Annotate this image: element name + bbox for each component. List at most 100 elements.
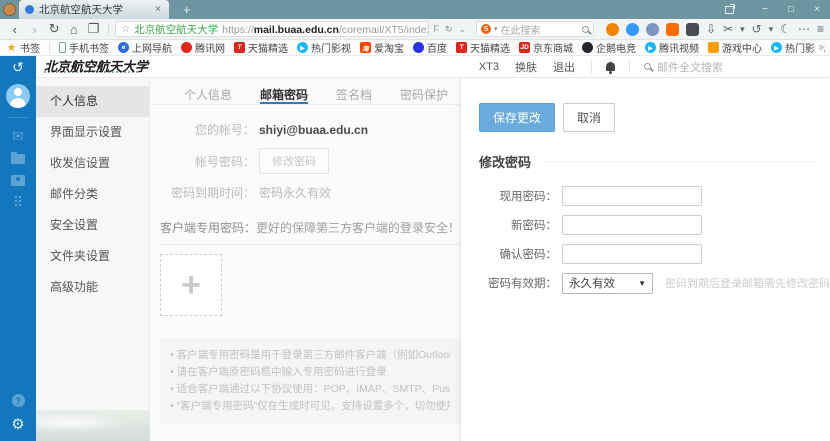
heading-divider [543, 161, 816, 162]
mail-icon[interactable]: ✉ [12, 129, 24, 143]
home-icon[interactable]: ⌂ [65, 22, 83, 37]
more-icon[interactable]: ⋯ [798, 22, 810, 36]
bookmark-item-qqcom[interactable]: 腾讯网 [181, 40, 225, 55]
game-center-favicon [708, 42, 719, 53]
expire-value: 密码永久有效 [259, 186, 332, 200]
reader-extension-icon[interactable] [685, 22, 699, 36]
penguin-esports-favicon [582, 42, 593, 53]
sidebar-item-send-receive[interactable]: 收发信设置 [36, 148, 149, 179]
bookmark-item-jd[interactable]: JD 京东商城 [519, 40, 573, 55]
logout-link[interactable]: 退出 [553, 59, 575, 75]
minimize-button[interactable]: − [752, 4, 778, 15]
bookmark-item-nav[interactable]: e 上网导航 [118, 40, 172, 55]
back-icon[interactable]: ‹ [6, 22, 24, 37]
new-tab-button[interactable]: + [179, 2, 195, 17]
shopping-extension-icon[interactable] [665, 22, 679, 36]
toolbar-search-box[interactable]: S ▾ 在此搜索 [476, 21, 594, 37]
change-password-button[interactable]: 修改密码 [259, 148, 329, 174]
reading-mode-icon[interactable]: ❐ [85, 21, 103, 37]
search-icon[interactable] [581, 25, 589, 33]
bookmark-item-taobao[interactable]: 淘爱淘宝 [360, 40, 404, 55]
cancel-button[interactable]: 取消 [563, 103, 616, 132]
confirm-password-input[interactable] [562, 244, 702, 264]
tab-signature[interactable]: 签名档 [336, 86, 372, 104]
folder-icon[interactable] [11, 152, 25, 164]
close-window-button[interactable]: × [804, 4, 830, 15]
undo-caret-icon[interactable]: ▾ [769, 24, 774, 35]
qqcom-favicon [181, 42, 192, 53]
sidebar-item-folders[interactable]: 文件夹设置 [36, 241, 149, 272]
add-client-password-button[interactable]: + [160, 254, 222, 316]
new-password-input[interactable] [562, 215, 702, 235]
addr-f-icon[interactable]: F [431, 24, 441, 34]
share-icon[interactable] [725, 3, 735, 14]
addr-refresh-icon[interactable]: ↻ [443, 24, 455, 35]
browser-tab[interactable]: 北京航空航天大学 × [19, 0, 169, 19]
bookmark-item-bookmarks[interactable]: ★ 书签 [6, 40, 40, 55]
night-mode-moon-icon[interactable]: ☾ [780, 22, 791, 36]
sidebar-item-advanced[interactable]: 高级功能 [36, 272, 149, 303]
bookmarks-overflow-chevron[interactable]: » [814, 42, 824, 53]
contacts-icon[interactable] [11, 175, 25, 186]
settings-sidebar: 个人信息 界面显示设置 收发信设置 邮件分类 安全设置 文件夹设置 高级功能 [36, 78, 150, 410]
forward-icon[interactable]: › [26, 22, 44, 37]
browser-profile-icon[interactable] [3, 3, 16, 16]
bookmark-item-movies[interactable]: ▶ 热门影视 [297, 40, 351, 55]
tab-mailbox-password[interactable]: 邮箱密码 [260, 86, 309, 104]
sidebar-item-personal-info[interactable]: 个人信息 [36, 86, 149, 117]
sidebar-item-display[interactable]: 界面显示设置 [36, 117, 149, 148]
validity-label: 密码有效期： [488, 278, 557, 290]
tab-close-icon[interactable]: × [153, 4, 163, 15]
bird-extension-icon[interactable] [625, 22, 639, 36]
save-changes-button[interactable]: 保存更改 [479, 103, 556, 132]
game-center-extension-icon[interactable] [605, 22, 619, 36]
bookmark-item-penguin-esports[interactable]: 企鹅电竞 [582, 40, 636, 55]
maximize-button[interactable]: □ [778, 4, 804, 15]
mail-search-box[interactable]: 邮件全文搜索 [644, 59, 824, 75]
panel-heading-row: 修改密码 [479, 152, 830, 171]
settings-gear-icon[interactable]: ⚙ [11, 415, 24, 433]
change-skin-link[interactable]: 换肤 [515, 59, 537, 75]
bookmark-item-tmall[interactable]: T 天猫精选 [234, 40, 288, 55]
search-engine-caret-icon[interactable]: ▾ [494, 25, 498, 33]
sidebar-item-security[interactable]: 安全设置 [36, 210, 149, 241]
section-divider [160, 244, 460, 245]
address-bar[interactable]: ☆ 北京航空航天大学 https://mail.buaa.edu.cn/core… [115, 21, 430, 37]
mail-header: 北京航空航天大学 XT3 换肤 退出 邮件全文搜索 [36, 56, 830, 78]
skin-version-label[interactable]: XT3 [479, 61, 499, 73]
validity-select[interactable]: 永久有效 ▼ [562, 272, 653, 294]
scissors-caret-icon[interactable]: ▾ [740, 24, 745, 35]
chevron-down-icon: ▼ [638, 278, 646, 288]
screenshot-scissors-icon[interactable]: ✂ [723, 22, 733, 36]
bookmark-item-tencent-video[interactable]: ▶ 腾讯视频 [645, 40, 699, 55]
favorite-star-icon[interactable]: ☆ [121, 24, 130, 35]
qq-extension-icon[interactable] [645, 22, 659, 36]
current-password-input[interactable] [562, 186, 702, 206]
bookmarks-divider [49, 42, 50, 53]
addr-dropdown-icon[interactable]: ⌄ [456, 24, 468, 35]
tab-personal-info[interactable]: 个人信息 [184, 86, 232, 104]
help-icon[interactable]: ? [11, 394, 25, 407]
restore-undo-icon[interactable]: ↺ [752, 22, 762, 36]
sidebar-item-mail-sorting[interactable]: 邮件分类 [36, 179, 149, 210]
bookmark-item-game-center[interactable]: 游戏中心 [708, 40, 762, 55]
apps-grid-icon[interactable]: ⠿ [13, 195, 23, 209]
tab-password-protection[interactable]: 密码保护 [400, 86, 448, 104]
bookmark-item-mobile[interactable]: 手机书签 [59, 40, 109, 55]
password-label: 帐号密码： [194, 154, 255, 169]
back-to-mail-icon[interactable]: ↺ [12, 59, 24, 76]
search-icon [644, 63, 651, 70]
validity-row: 密码有效期： 永久有效 ▼ 密码到期后登录邮箱需先修改密码 [479, 272, 830, 294]
bookmark-item-tmall2[interactable]: T 天猫精选 [456, 40, 510, 55]
search-engine-icon[interactable]: S [481, 24, 492, 34]
download-icon[interactable]: ⇩ [706, 22, 716, 36]
current-password-row: 现用密码： [479, 185, 830, 207]
user-avatar[interactable] [6, 84, 30, 108]
movies-favicon: ▶ [297, 42, 308, 53]
refresh-icon[interactable]: ↻ [45, 21, 63, 37]
browser-titlebar: 北京航空航天大学 × + − □ × [0, 0, 830, 19]
bookmark-item-baidu[interactable]: 百度 [413, 40, 447, 55]
tmall-favicon: T [234, 42, 245, 53]
notification-bell-icon[interactable] [606, 62, 615, 74]
menu-icon[interactable]: ≡ [817, 22, 824, 36]
